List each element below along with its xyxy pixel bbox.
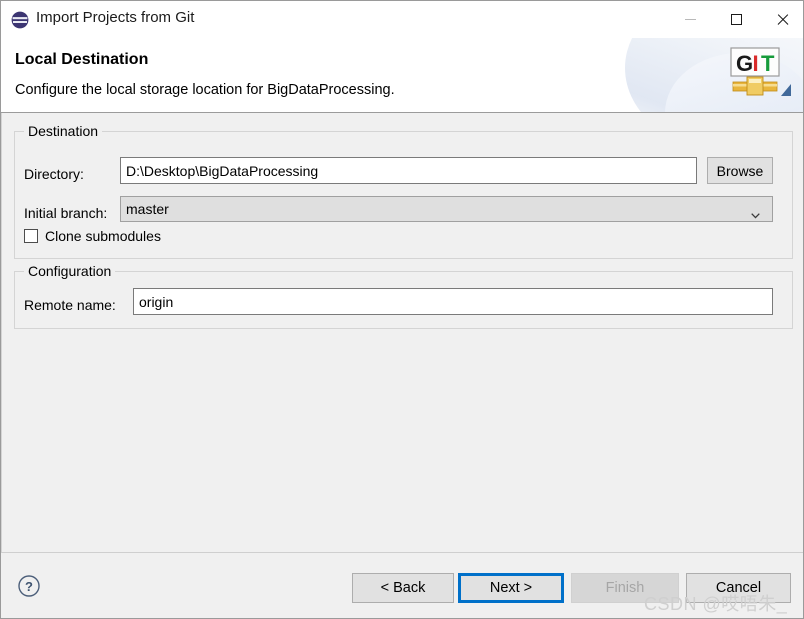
svg-text:G: G <box>736 51 753 76</box>
back-button[interactable]: < Back <box>352 573 454 603</box>
title-bar: Import Projects from Git <box>1 1 803 38</box>
minimize-icon <box>684 19 696 20</box>
svg-text:?: ? <box>25 579 33 594</box>
import-projects-from-git-dialog: Import Projects from Git Local Destinati… <box>0 0 804 619</box>
next-button[interactable]: Next > <box>458 573 564 603</box>
clone-submodules-row[interactable]: Clone submodules <box>24 228 161 244</box>
minimize-button[interactable] <box>667 1 713 38</box>
remote-name-input[interactable] <box>133 288 773 315</box>
browse-button[interactable]: Browse <box>707 157 773 184</box>
window-title: Import Projects from Git <box>36 9 195 26</box>
remote-name-label: Remote name: <box>24 297 116 313</box>
svg-text:T: T <box>761 51 775 76</box>
finish-button: Finish <box>571 573 679 603</box>
page-title: Local Destination <box>15 51 149 68</box>
close-button[interactable] <box>759 1 803 38</box>
initial-branch-combo[interactable]: master <box>120 196 773 222</box>
wizard-header: Local Destination Configure the local st… <box>1 38 803 113</box>
configuration-group: Configuration Remote name: <box>14 263 793 329</box>
directory-label: Directory: <box>24 166 84 182</box>
destination-group: Destination Directory: Browse Initial br… <box>14 123 793 259</box>
directory-input[interactable] <box>120 157 697 184</box>
destination-group-label: Destination <box>24 123 103 139</box>
maximize-icon <box>730 14 742 25</box>
help-icon[interactable]: ? <box>18 575 40 597</box>
clone-submodules-checkbox[interactable] <box>24 229 38 243</box>
clone-submodules-label: Clone submodules <box>45 228 161 244</box>
dialog-content: Destination Directory: Browse Initial br… <box>1 113 803 552</box>
git-logo-icon: G I T <box>723 46 793 108</box>
maximize-button[interactable] <box>713 1 759 38</box>
svg-text:I: I <box>753 51 759 76</box>
chevron-down-icon <box>751 206 760 219</box>
initial-branch-value: master <box>126 201 169 217</box>
page-description: Configure the local storage location for… <box>15 82 395 98</box>
initial-branch-label: Initial branch: <box>24 205 108 221</box>
close-icon <box>776 13 789 26</box>
dialog-footer: ? < Back Next > Finish Cancel <box>1 552 803 618</box>
configuration-group-label: Configuration <box>24 263 116 279</box>
window-controls <box>667 1 803 38</box>
cancel-button[interactable]: Cancel <box>686 573 791 603</box>
eclipse-icon <box>11 11 29 29</box>
